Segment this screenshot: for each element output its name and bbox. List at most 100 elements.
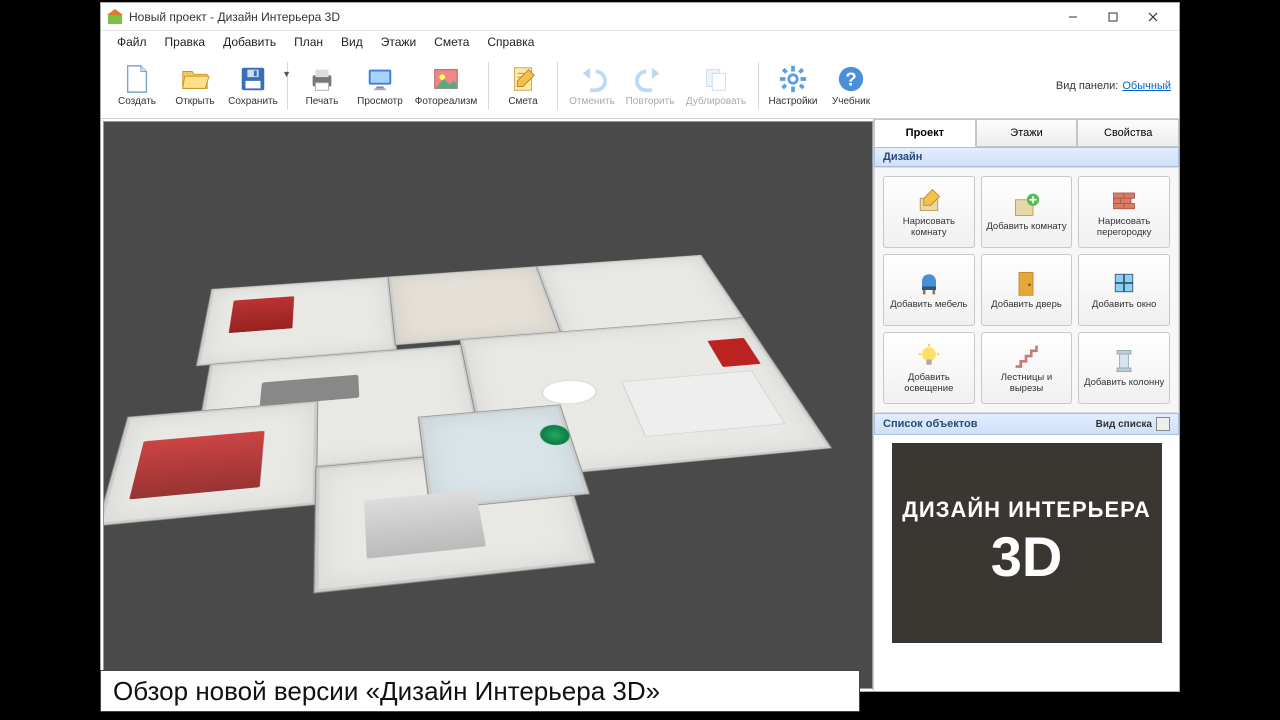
duplicate-button[interactable]: Дублировать	[680, 57, 752, 115]
panel-mode: Вид панели: Обычный	[1056, 80, 1171, 92]
add-room-label: Добавить комнату	[986, 222, 1066, 233]
caption-text: Обзор новой версии «Дизайн Интерьера 3D»	[113, 676, 660, 707]
redo-button[interactable]: Повторить	[622, 57, 678, 115]
estimate-label: Смета	[508, 96, 537, 107]
menu-estimate[interactable]: Смета	[426, 33, 477, 51]
tab-project[interactable]: Проект	[874, 119, 976, 147]
add-column-button[interactable]: Добавить колонну	[1078, 332, 1170, 404]
image-icon	[431, 64, 461, 94]
separator	[758, 62, 759, 110]
app-window: Новый проект - Дизайн Интерьера 3D Файл …	[100, 2, 1180, 692]
duplicate-icon	[701, 64, 731, 94]
gear-icon	[778, 64, 808, 94]
add-light-label: Добавить освещение	[886, 373, 972, 395]
redo-icon	[635, 64, 665, 94]
panel-mode-link[interactable]: Обычный	[1122, 80, 1171, 92]
add-window-button[interactable]: Добавить окно	[1078, 254, 1170, 326]
photoreal-label: Фотореализм	[415, 96, 478, 107]
open-button[interactable]: Открыть	[167, 57, 223, 115]
furniture	[228, 296, 294, 333]
stairs-icon	[1012, 342, 1040, 370]
separator	[488, 62, 489, 110]
objects-list: ДИЗАЙН ИНТЕРЬЕРА 3D	[874, 435, 1179, 691]
design-header-text: Дизайн	[883, 151, 922, 163]
preview-label: Просмотр	[357, 96, 403, 107]
menu-edit[interactable]: Правка	[157, 33, 214, 51]
preview-button[interactable]: Просмотр	[352, 57, 408, 115]
print-label: Печать	[306, 96, 339, 107]
undo-button[interactable]: Отменить	[564, 57, 620, 115]
list-view-icon[interactable]	[1156, 417, 1170, 431]
menu-help[interactable]: Справка	[479, 33, 542, 51]
add-door-button[interactable]: Добавить дверь	[981, 254, 1073, 326]
undo-icon	[577, 64, 607, 94]
app-icon	[107, 9, 123, 25]
new-button[interactable]: Создать	[109, 57, 165, 115]
column-icon	[1110, 347, 1138, 375]
stairs-button[interactable]: Лестницы и вырезы	[981, 332, 1073, 404]
estimate-button[interactable]: Смета	[495, 57, 551, 115]
menu-floors[interactable]: Этажи	[373, 33, 424, 51]
logo-text-1: ДИЗАЙН ИНТЕРЬЕРА	[902, 497, 1151, 523]
tab-floors[interactable]: Этажи	[976, 119, 1078, 147]
add-column-label: Добавить колонну	[1084, 378, 1164, 389]
maximize-button[interactable]	[1093, 4, 1133, 30]
view-mode-label: Вид списка	[1096, 419, 1152, 430]
add-light-button[interactable]: Добавить освещение	[883, 332, 975, 404]
file-new-icon	[122, 64, 152, 94]
design-palette: Нарисовать комнату Добавить комнату Нари…	[874, 167, 1179, 413]
settings-button[interactable]: Настройки	[765, 57, 821, 115]
save-icon	[238, 64, 268, 94]
menu-add[interactable]: Добавить	[215, 33, 284, 51]
menu-file[interactable]: Файл	[109, 33, 155, 51]
folder-open-icon	[180, 64, 210, 94]
duplicate-label: Дублировать	[686, 96, 746, 107]
add-room-button[interactable]: Добавить комнату	[981, 176, 1073, 248]
brick-wall-icon	[1110, 186, 1138, 214]
objects-section-header: Список объектов Вид списка	[874, 413, 1179, 435]
add-door-label: Добавить дверь	[991, 300, 1062, 311]
tutorial-button[interactable]: ? Учебник	[823, 57, 879, 115]
design-section-header: Дизайн	[874, 147, 1179, 167]
tab-properties[interactable]: Свойства	[1077, 119, 1179, 147]
open-label: Открыть	[175, 96, 214, 107]
lightbulb-icon	[915, 342, 943, 370]
separator	[557, 62, 558, 110]
tutorial-label: Учебник	[832, 96, 870, 107]
menu-plan[interactable]: План	[286, 33, 331, 51]
door-icon	[1012, 269, 1040, 297]
toolbar: Создать Открыть Сохранить ▼ Печать Просм…	[101, 53, 1179, 119]
draw-room-button[interactable]: Нарисовать комнату	[883, 176, 975, 248]
photoreal-button[interactable]: Фотореализм	[410, 57, 482, 115]
help-icon: ?	[836, 64, 866, 94]
pencil-room-icon	[915, 186, 943, 214]
window-title: Новый проект - Дизайн Интерьера 3D	[129, 10, 1053, 24]
print-button[interactable]: Печать	[294, 57, 350, 115]
add-furniture-button[interactable]: Добавить мебель	[883, 254, 975, 326]
viewport-3d[interactable]	[103, 121, 873, 689]
add-furniture-label: Добавить мебель	[890, 300, 967, 311]
side-panel: Проект Этажи Свойства Дизайн Нарисовать …	[873, 119, 1179, 691]
minimize-button[interactable]	[1053, 4, 1093, 30]
video-caption: Обзор новой версии «Дизайн Интерьера 3D»	[100, 670, 860, 712]
save-label: Сохранить	[228, 96, 278, 107]
draw-wall-button[interactable]: Нарисовать перегородку	[1078, 176, 1170, 248]
menu-view[interactable]: Вид	[333, 33, 371, 51]
redo-label: Повторить	[626, 96, 675, 107]
stairs-label: Лестницы и вырезы	[984, 373, 1070, 395]
draw-room-label: Нарисовать комнату	[886, 217, 972, 239]
printer-icon	[307, 64, 337, 94]
undo-label: Отменить	[569, 96, 615, 107]
panel-mode-label: Вид панели:	[1056, 80, 1118, 92]
close-button[interactable]	[1133, 4, 1173, 30]
menubar: Файл Правка Добавить План Вид Этажи Смет…	[101, 31, 1179, 53]
objects-header-text: Список объектов	[883, 418, 977, 430]
settings-label: Настройки	[768, 96, 817, 107]
promo-logo: ДИЗАЙН ИНТЕРЬЕРА 3D	[892, 443, 1162, 643]
titlebar: Новый проект - Дизайн Интерьера 3D	[101, 3, 1179, 31]
chevron-down-icon[interactable]: ▼	[282, 69, 291, 79]
monitor-icon	[365, 64, 395, 94]
save-button[interactable]: Сохранить ▼	[225, 57, 281, 115]
add-window-label: Добавить окно	[1092, 300, 1157, 311]
svg-text:?: ?	[845, 69, 856, 90]
